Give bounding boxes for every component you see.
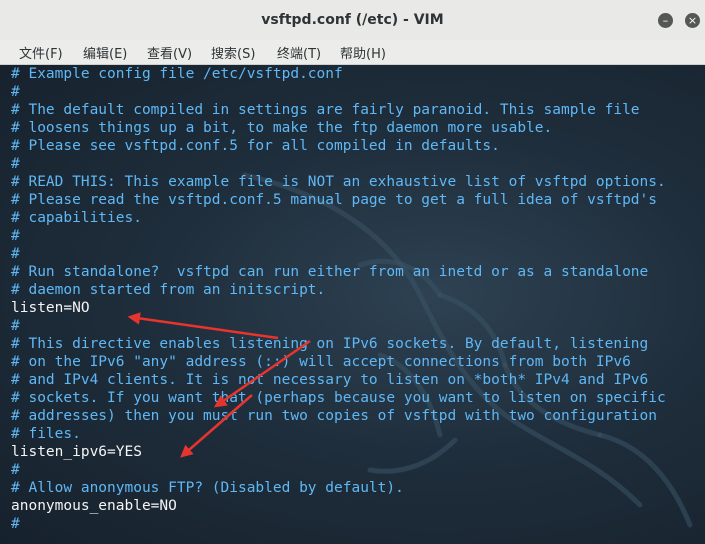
menu-terminal[interactable]: 终端(T) [277, 43, 321, 62]
editor-text-area[interactable]: # Example config file /etc/vsftpd.conf #… [0, 65, 705, 544]
code-line: # This directive enables listening on IP… [11, 336, 649, 352]
menu-file[interactable]: 文件(F) [19, 43, 63, 62]
title-bar[interactable]: vsftpd.conf (/etc) - VIM – × [0, 0, 705, 41]
code-line: # addresses) then you must run two copie… [11, 408, 658, 424]
config-line-listen: listen=NO [11, 300, 90, 316]
code-line: # [11, 246, 20, 262]
code-line: # files. [11, 426, 81, 442]
config-line-anonymous-enable: anonymous_enable=NO [11, 498, 177, 514]
code-line: # [11, 462, 20, 478]
code-line: # capabilities. [11, 210, 142, 226]
menu-view[interactable]: 查看(V) [147, 43, 192, 62]
config-line-listen-ipv6: listen_ipv6=YES [11, 444, 142, 460]
code-line: # sockets. If you want that (perhaps bec… [11, 390, 666, 406]
code-line: # Please read the vsftpd.conf.5 manual p… [11, 192, 658, 208]
menu-bar: 文件(F) 编辑(E) 查看(V) 搜索(S) 终端(T) 帮助(H) [0, 40, 705, 65]
code-line: # [11, 516, 20, 532]
code-line: # The default compiled in settings are f… [11, 102, 640, 118]
code-line: # and IPv4 clients. It is not necessary … [11, 372, 649, 388]
code-line: # Allow anonymous FTP? (Disabled by defa… [11, 480, 404, 496]
menu-edit[interactable]: 编辑(E) [83, 43, 127, 62]
code-line: # Please see vsftpd.conf.5 for all compi… [11, 138, 500, 154]
code-line: # [11, 156, 20, 172]
code-line: # on the IPv6 "any" address (::) will ac… [11, 354, 631, 370]
menu-search[interactable]: 搜索(S) [211, 43, 255, 62]
close-button[interactable]: × [685, 13, 700, 28]
code-line: # READ THIS: This example file is NOT an… [11, 174, 666, 190]
code-line: # Example config file /etc/vsftpd.conf [11, 66, 343, 82]
code-line: # daemon started from an initscript. [11, 282, 326, 298]
window-title: vsftpd.conf (/etc) - VIM [261, 12, 444, 28]
code-line: # loosens things up a bit, to make the f… [11, 120, 553, 136]
code-line: # Run standalone? vsftpd can run either … [11, 264, 649, 280]
code-line: # [11, 318, 20, 334]
vim-terminal-window: vsftpd.conf (/etc) - VIM – × 文件(F) 编辑(E)… [0, 0, 705, 544]
minimize-button[interactable]: – [658, 13, 673, 28]
code-line: # [11, 84, 20, 100]
code-line: # [11, 228, 20, 244]
menu-help[interactable]: 帮助(H) [340, 43, 386, 62]
